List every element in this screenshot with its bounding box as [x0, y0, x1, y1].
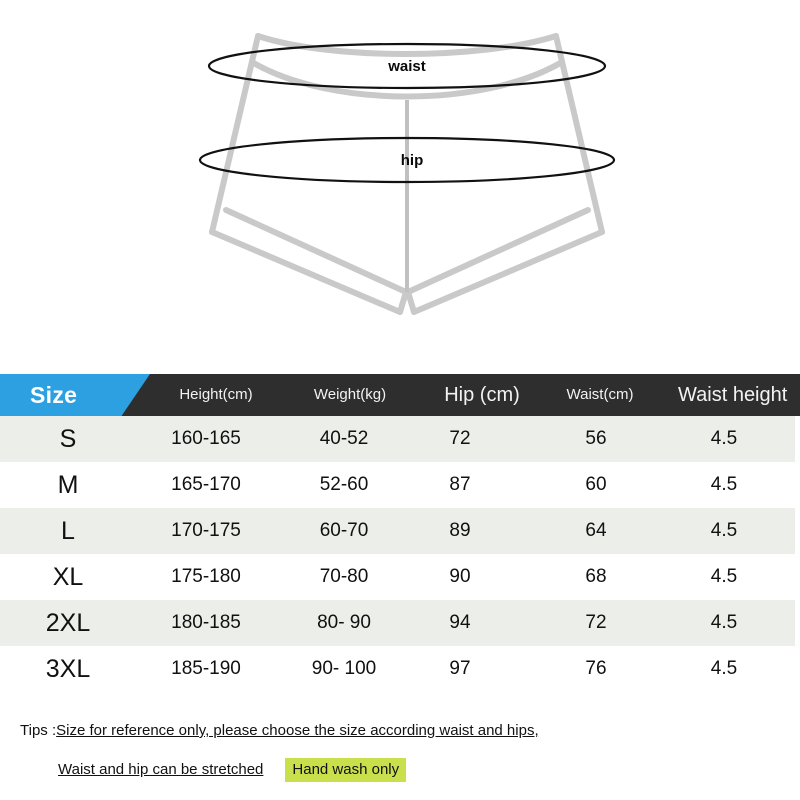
tips-line-1: Tips :Size for reference only, please ch… — [20, 722, 539, 739]
cell-weight: 80- 90 — [317, 612, 371, 633]
cell-height: 170-175 — [171, 520, 241, 541]
waist-label: waist — [387, 58, 426, 75]
cell-height: 175-180 — [171, 566, 241, 587]
table-row: 3XL 185-190 90- 100 97 76 4.5 — [0, 646, 795, 692]
table-header-row: Size Height(cm) Weight(kg) Hip (cm) Wais… — [0, 374, 800, 416]
cell-waist: 68 — [585, 566, 607, 587]
cell-height: 160-165 — [171, 428, 241, 449]
column-header-weight: Weight(kg) — [313, 386, 387, 403]
cell-waist-height: 4.5 — [710, 612, 738, 633]
cell-hip: 90 — [449, 566, 471, 587]
table-row: S 160-165 40-52 72 56 4.5 — [0, 416, 795, 462]
cell-weight: 90- 100 — [311, 658, 377, 679]
cell-hip: 87 — [449, 474, 471, 495]
cell-size: 3XL — [45, 655, 91, 683]
column-header-height: Height(cm) — [179, 386, 253, 403]
cell-hip: 72 — [449, 428, 471, 449]
cell-waist: 64 — [585, 520, 607, 541]
cell-waist: 72 — [585, 612, 607, 633]
cell-weight: 60-70 — [319, 520, 369, 541]
column-header-waist: Waist(cm) — [566, 386, 634, 403]
cell-size: L — [61, 517, 75, 545]
cell-hip: 89 — [449, 520, 471, 541]
cell-hip: 94 — [449, 612, 471, 633]
shorts-diagram: waist hip — [0, 0, 800, 360]
size-column-header: Size — [30, 382, 78, 408]
column-header-waist-height: Waist height — [678, 384, 788, 406]
cell-size: 2XL — [45, 609, 91, 637]
cell-waist-height: 4.5 — [710, 520, 738, 541]
cell-size: M — [57, 471, 79, 499]
tips-text-1: Size for reference only, please choose t… — [56, 722, 539, 739]
cell-size: XL — [52, 563, 84, 591]
cell-weight: 40-52 — [319, 428, 369, 449]
cell-height: 165-170 — [171, 474, 241, 495]
cell-weight: 52-60 — [319, 474, 369, 495]
cell-waist: 60 — [585, 474, 607, 495]
column-header-hip: Hip (cm) — [444, 384, 520, 406]
hip-label: hip — [401, 152, 424, 169]
table-row: L 170-175 60-70 89 64 4.5 — [0, 508, 795, 554]
hand-wash-badge: Hand wash only — [285, 758, 407, 782]
cell-waist-height: 4.5 — [710, 428, 738, 449]
size-chart-table: Size Height(cm) Weight(kg) Hip (cm) Wais… — [0, 374, 800, 692]
cell-weight: 70-80 — [319, 566, 369, 587]
cell-height: 180-185 — [171, 612, 241, 633]
cell-size: S — [59, 425, 77, 453]
table-row: 2XL 180-185 80- 90 94 72 4.5 — [0, 600, 795, 646]
cell-waist: 76 — [585, 658, 607, 679]
cell-hip: 97 — [449, 658, 471, 679]
tips-prefix: Tips : — [20, 722, 57, 739]
cell-waist: 56 — [585, 428, 607, 449]
cell-waist-height: 4.5 — [710, 566, 738, 587]
cell-waist-height: 4.5 — [710, 474, 738, 495]
tips-line-2: Waist and hip can be stretched Hand wash … — [58, 758, 407, 782]
table-row: XL 175-180 70-80 90 68 4.5 — [0, 554, 795, 600]
cell-waist-height: 4.5 — [710, 658, 738, 679]
cell-height: 185-190 — [171, 658, 241, 679]
tips-text-2: Waist and hip can be stretched — [58, 761, 264, 778]
table-row: M 165-170 52-60 87 60 4.5 — [0, 462, 795, 508]
